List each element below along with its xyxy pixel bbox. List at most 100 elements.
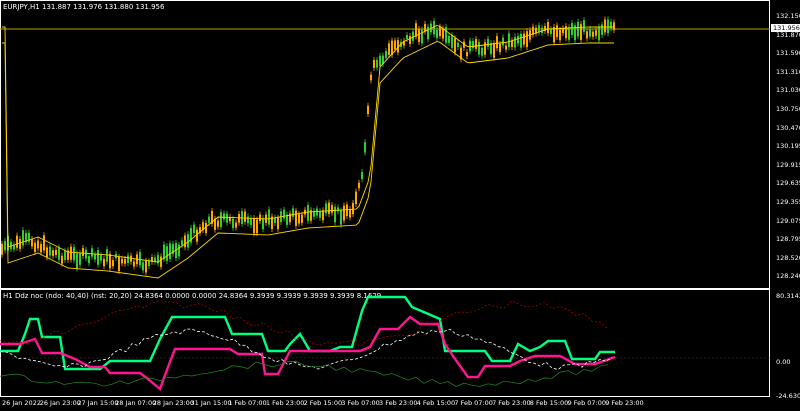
candle-body — [475, 38, 477, 49]
time-axis-label: 3 Feb 07:00 — [341, 399, 380, 407]
candle-body — [328, 202, 330, 215]
candle-body — [514, 36, 516, 48]
candle-body — [178, 244, 180, 257]
candle-body — [37, 240, 39, 249]
candle-body — [55, 249, 57, 256]
candle-body — [139, 252, 141, 266]
candle-body — [298, 214, 300, 224]
candle-body — [277, 217, 279, 230]
candle-body — [511, 40, 513, 47]
candle-body — [244, 211, 246, 222]
candle-body — [364, 142, 366, 153]
candle-body — [418, 28, 420, 42]
candle-body — [355, 191, 357, 205]
candle-body — [547, 22, 549, 34]
candle-body — [112, 260, 114, 267]
candle-body — [259, 214, 261, 222]
candle-body — [508, 33, 510, 48]
candle-body — [436, 29, 438, 39]
candle-body — [499, 43, 501, 53]
candle-body — [598, 26, 600, 41]
candle-body — [97, 250, 99, 265]
candle-body — [160, 256, 162, 267]
candle-body — [442, 28, 444, 39]
candle-body — [412, 31, 414, 41]
candle-body — [4, 241, 6, 251]
candle-body — [238, 214, 240, 223]
moving-average-line — [2, 25, 614, 263]
candle-body — [88, 255, 90, 264]
candle-body — [169, 243, 171, 260]
candle-body — [217, 220, 219, 227]
candle-body — [58, 247, 60, 260]
candle-body — [22, 230, 24, 246]
candle-body — [103, 258, 105, 267]
candle-body — [256, 219, 258, 234]
candle-body — [373, 59, 375, 68]
candle-body — [319, 211, 321, 218]
time-axis-label: 3 Feb 23:00 — [379, 399, 418, 407]
time-axis-label: 26 Jan 2022 — [2, 399, 41, 407]
candle-body — [487, 38, 489, 47]
candle-body — [457, 42, 459, 47]
candle-body — [517, 35, 519, 44]
candle-body — [109, 253, 111, 269]
candle-body — [124, 258, 126, 264]
candle-body — [496, 36, 498, 49]
time-axis-label: 1 Feb 23:00 — [265, 399, 305, 407]
candle-body — [469, 40, 471, 52]
candle-body — [571, 22, 573, 35]
candle-body — [325, 203, 327, 214]
candle-body — [91, 248, 93, 257]
time-axis-label: 28 Jan 23:00 — [152, 399, 194, 407]
candle-body — [70, 246, 72, 260]
candle-body — [19, 239, 21, 249]
candle-body — [406, 35, 408, 40]
candle-body — [613, 22, 615, 31]
candle-body — [142, 262, 144, 271]
candle-body — [76, 253, 78, 269]
indicator-canvas — [0, 295, 770, 392]
indicator-dark-green-line — [0, 360, 609, 387]
candle-body — [577, 21, 579, 37]
candle-body — [232, 218, 234, 229]
candle-body — [118, 256, 120, 272]
candle-body — [322, 210, 324, 221]
candle-body — [559, 29, 561, 41]
price-axis-label: 129.915 — [776, 160, 800, 169]
candle-body — [466, 52, 468, 57]
price-axis-label: 130.195 — [776, 142, 800, 151]
candle-body — [283, 209, 285, 219]
candle-body — [421, 29, 423, 44]
candle-body — [1, 243, 3, 255]
moving-average-line — [2, 41, 614, 279]
candle-body — [592, 31, 594, 37]
candle-body — [73, 247, 75, 261]
candle-body — [520, 33, 522, 48]
time-axis-label: 27 Jan 15:00 — [77, 399, 119, 407]
candle-body — [601, 24, 603, 35]
candle-body — [568, 27, 570, 40]
candle-body — [43, 235, 45, 251]
price-axis-label: 129.635 — [776, 179, 800, 188]
time-axis-label: 1 Feb 07:00 — [228, 399, 267, 407]
candle-body — [349, 209, 351, 218]
candle-body — [481, 47, 483, 56]
candle-body — [220, 212, 222, 227]
candle-body — [268, 209, 270, 225]
candle-body — [106, 249, 108, 262]
candle-body — [583, 20, 585, 32]
indicator-axis-label: -24.6304 — [776, 392, 800, 400]
candle-body — [562, 28, 564, 34]
candle-body — [100, 255, 102, 261]
candle-body — [358, 182, 360, 189]
indicator-axis-label: 0.00 — [776, 358, 791, 366]
candle-body — [550, 29, 552, 35]
price-axis-label: 132.150 — [776, 12, 800, 20]
candle-body — [589, 29, 591, 37]
indicator-signal-line — [0, 328, 613, 370]
candle-body — [208, 216, 210, 223]
candle-body — [121, 258, 123, 264]
indicator-axis-label: 80.3143 — [776, 292, 800, 300]
candle-body — [148, 260, 150, 266]
